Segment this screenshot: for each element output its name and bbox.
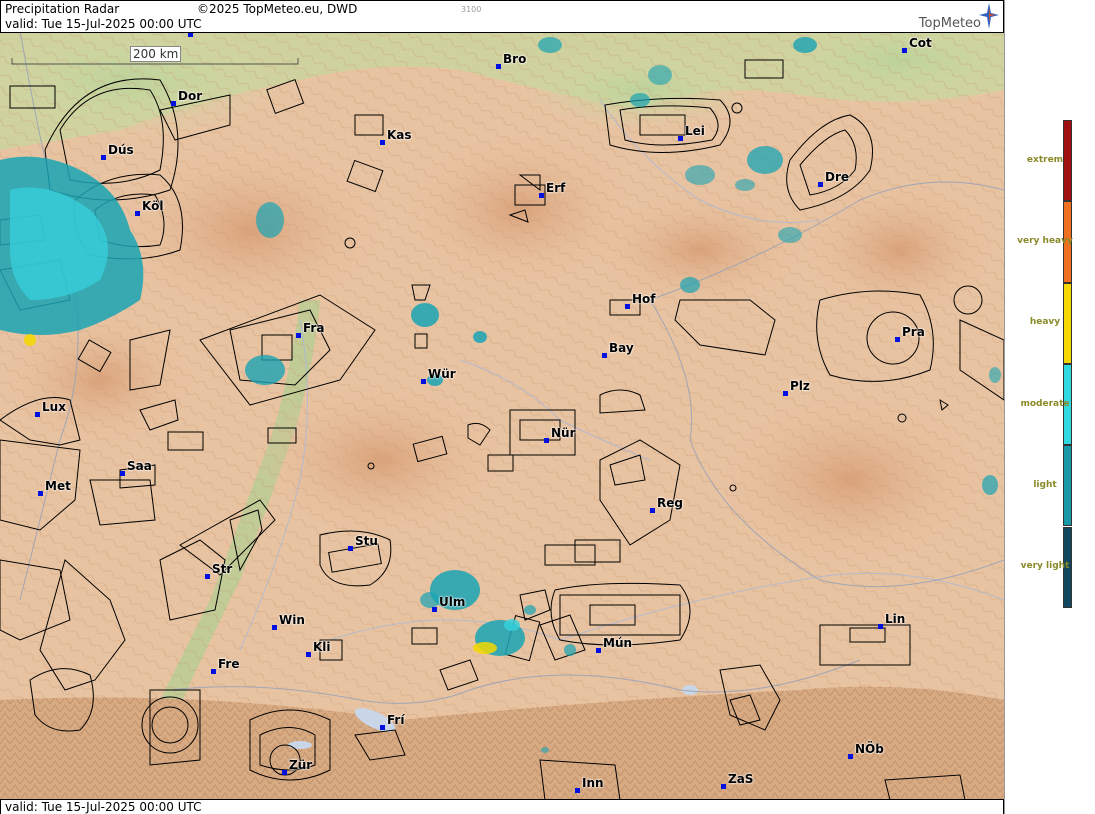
city-marker — [380, 140, 385, 145]
city-label: Ulm — [439, 595, 466, 609]
small-label: 3100 — [461, 5, 482, 14]
city-label: Kli — [313, 640, 331, 654]
city-label: NÖb — [855, 742, 884, 756]
city-marker — [432, 607, 437, 612]
city-marker — [171, 101, 176, 106]
legend-label: very light — [1020, 561, 1070, 572]
city-label: Reg — [657, 496, 683, 510]
city-label: Pra — [902, 325, 925, 339]
city-marker — [38, 491, 43, 496]
legend-label: extrem — [1026, 154, 1064, 165]
city-marker — [539, 193, 544, 198]
city-marker — [848, 754, 853, 759]
city-label: Saa — [127, 459, 152, 473]
city-label: Dor — [178, 89, 203, 103]
city-marker — [575, 788, 580, 793]
valid-time-top: valid: Tue 15-Jul-2025 00:00 UTC — [5, 17, 202, 31]
valid-time-bottom: valid: Tue 15-Jul-2025 00:00 UTC — [5, 800, 202, 814]
city-marker — [135, 211, 140, 216]
city-label: Hof — [632, 292, 656, 306]
city-marker — [205, 574, 210, 579]
city-label: Wür — [428, 367, 456, 381]
city-label: Fra — [303, 321, 325, 335]
city-label: Köl — [142, 199, 164, 213]
city-marker — [35, 412, 40, 417]
city-marker — [625, 304, 630, 309]
city-marker — [544, 438, 549, 443]
city-label: Met — [45, 479, 71, 493]
city-marker — [895, 337, 900, 342]
city-marker — [282, 770, 287, 775]
city-label: Lin — [885, 612, 906, 626]
map-title: Precipitation Radar — [5, 2, 120, 16]
city-marker — [348, 546, 353, 551]
legend-label: light — [1033, 479, 1057, 490]
city-marker — [902, 48, 907, 53]
city-marker — [101, 155, 106, 160]
city-label: Kas — [387, 128, 412, 142]
city-label: Dre — [825, 170, 850, 184]
legend-label: moderate — [1020, 398, 1070, 409]
city-marker — [120, 471, 125, 476]
city-label: Dús — [108, 143, 134, 157]
city-marker — [272, 625, 277, 630]
city-marker — [596, 648, 601, 653]
city-label: Str — [212, 562, 233, 576]
radar-app: 200 km MünBroCotDorKasDúsLeiErfDreKölHof… — [0, 0, 1095, 814]
city-label: ZaS — [728, 772, 754, 786]
city-marker — [602, 353, 607, 358]
city-label: Plz — [790, 379, 810, 393]
city-label: Erf — [546, 181, 566, 195]
city-label: Inn — [582, 776, 604, 790]
city-label: Bay — [609, 341, 634, 355]
brand-logo: TopMeteo — [918, 16, 981, 31]
city-marker — [650, 508, 655, 513]
legend-label: very heavy — [1017, 235, 1073, 246]
copyright-text: ©2025 TopMeteo.eu, DWD — [197, 2, 358, 16]
legend-label: heavy — [1029, 317, 1061, 328]
city-label: Fre — [218, 657, 240, 671]
city-marker — [296, 333, 301, 338]
precipitation-legend: extrem very heavy heavy moderate light very l… — [1004, 0, 1095, 814]
city-label: Bro — [503, 52, 527, 66]
city-label: Lux — [42, 400, 66, 414]
map-frame[interactable]: 200 km MünBroCotDorKasDúsLeiErfDreKölHof… — [0, 0, 1004, 814]
city-marker — [306, 652, 311, 657]
scale-label: 200 km — [130, 46, 182, 62]
city-marker — [380, 725, 385, 730]
city-marker — [783, 391, 788, 396]
city-label: Cot — [909, 36, 932, 50]
city-marker — [818, 182, 823, 187]
topmeteo-star-icon — [979, 3, 999, 29]
city-marker — [496, 64, 501, 69]
city-label: Nür — [551, 426, 576, 440]
city-label: Stu — [355, 534, 378, 548]
terrain-map — [0, 0, 1004, 814]
city-marker — [878, 624, 883, 629]
city-marker — [421, 379, 426, 384]
city-marker — [678, 136, 683, 141]
city-label: Frí — [387, 713, 405, 727]
city-label: Mún — [603, 636, 633, 650]
city-label: Zür — [289, 758, 313, 772]
city-marker — [721, 784, 726, 789]
map-header: Precipitation Radar ©2025 TopMeteo.eu, D… — [0, 0, 1004, 33]
city-label: Win — [279, 613, 305, 627]
map-footer: valid: Tue 15-Jul-2025 00:00 UTC — [0, 799, 1004, 814]
city-marker — [211, 669, 216, 674]
city-label: Lei — [685, 124, 705, 138]
